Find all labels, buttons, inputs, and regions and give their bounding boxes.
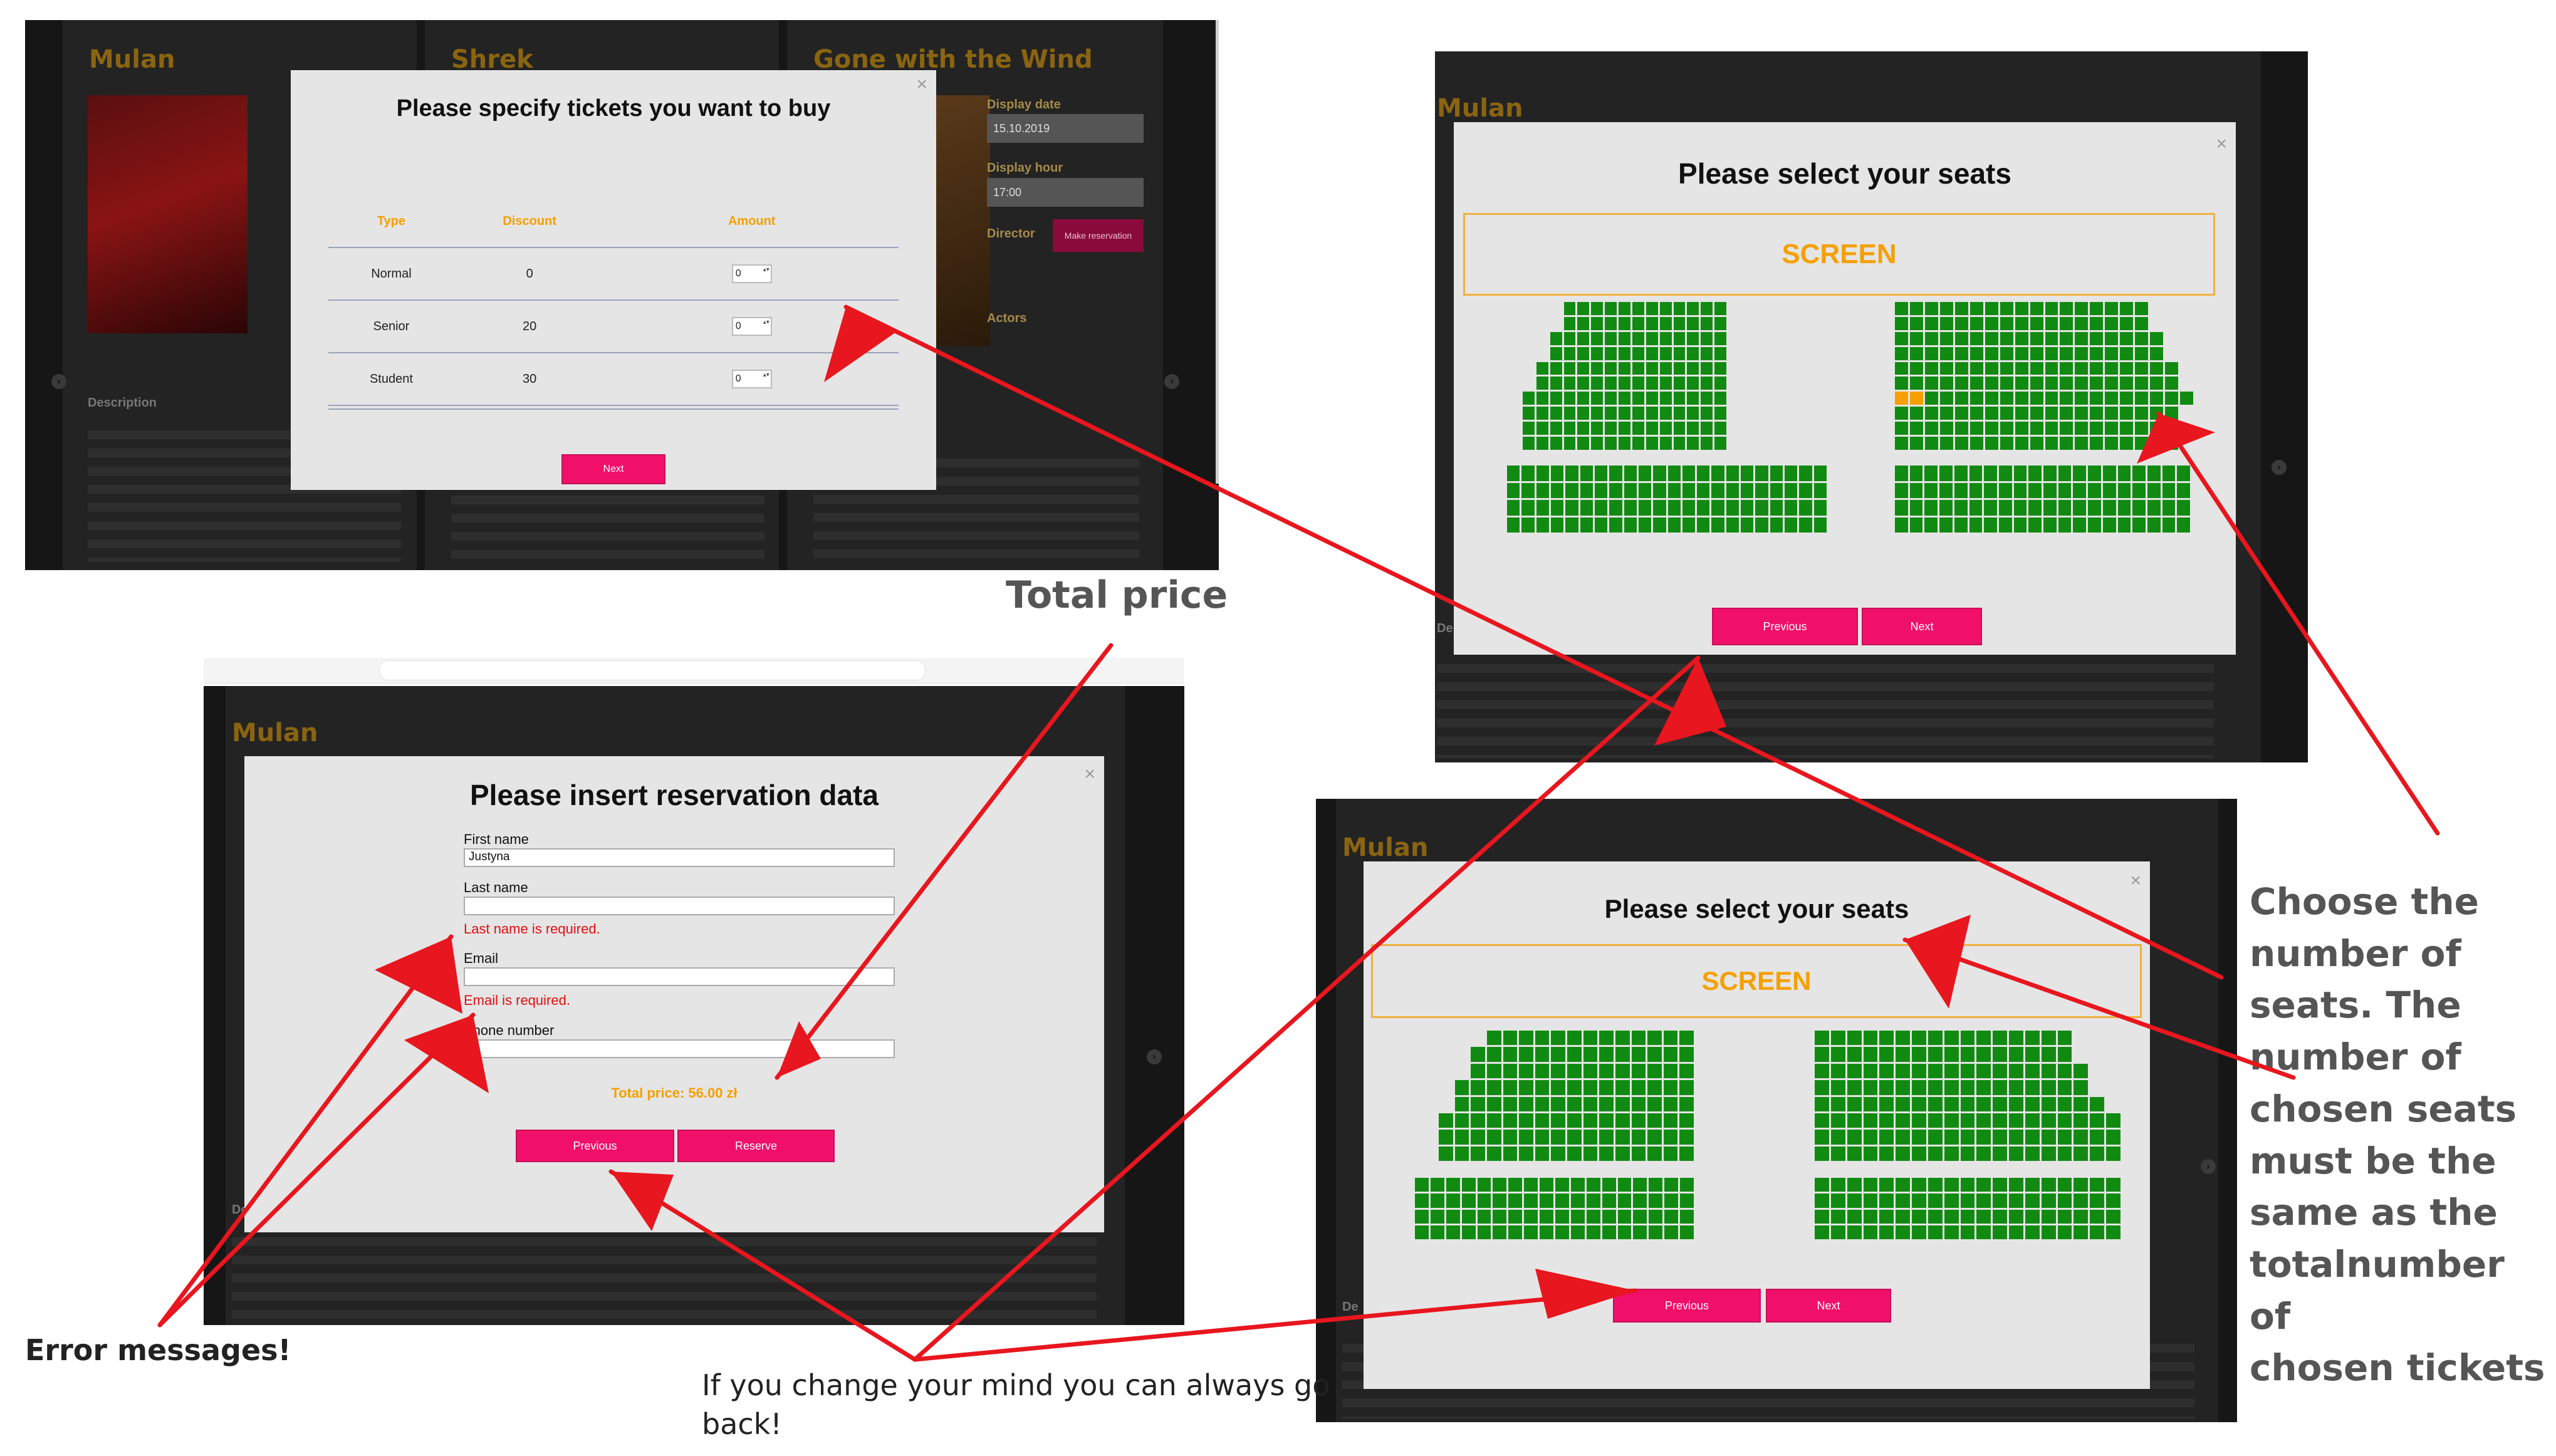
arrow-line — [1902, 937, 2296, 1080]
arrowhead — [611, 1172, 674, 1231]
arrowhead — [375, 937, 462, 1014]
arrow-line — [912, 1288, 1638, 1362]
arrow-line — [775, 643, 1114, 1080]
arrow-line — [157, 934, 454, 1328]
arrowhead — [824, 307, 896, 382]
annotation-arrows — [157, 304, 2440, 1362]
arrow-line — [2156, 411, 2440, 836]
arrow-line — [157, 1012, 476, 1328]
arrowhead — [1535, 1269, 1635, 1319]
arrow-line — [843, 304, 2224, 980]
arrowhead — [2137, 413, 2215, 464]
arrowhead — [404, 1015, 489, 1093]
arrow-line — [912, 655, 1701, 1362]
